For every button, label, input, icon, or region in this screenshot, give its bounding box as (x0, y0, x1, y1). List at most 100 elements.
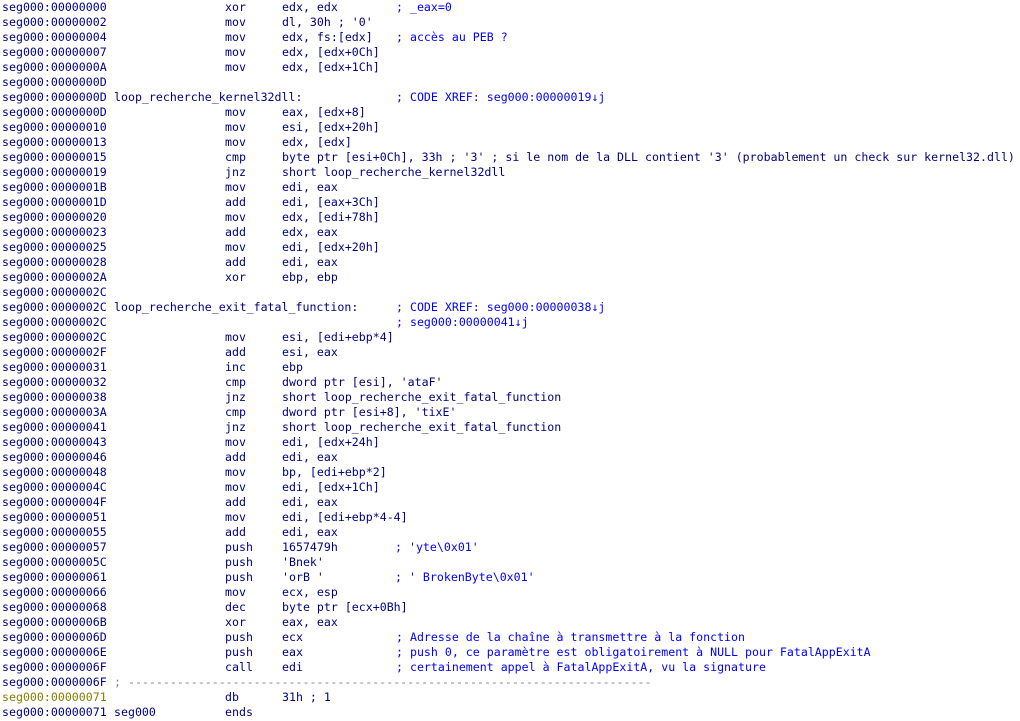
listing-line[interactable]: seg000:00000048 mov bp, [edi+ebp*2] (0, 465, 1020, 480)
mnemonic: jnz (225, 390, 246, 404)
mnemonic: add (225, 345, 246, 359)
listing-line[interactable]: seg000:0000006F ; -----------------------… (0, 675, 1020, 690)
listing-line[interactable]: seg000:00000025 mov edi, [edx+20h] (0, 240, 1020, 255)
mnemonic: db (225, 690, 239, 704)
listing-line[interactable]: seg000:00000071 db 31h ; 1 (0, 690, 1020, 705)
disassembly-listing[interactable]: seg000:00000000 xor edx, edx; _eax=0 seg000… (0, 0, 1020, 720)
comment: ; CODE XREF: seg000:00000038↓j (396, 300, 606, 314)
listing-line[interactable]: seg000:00000071 seg000 ends (0, 705, 1020, 720)
comment: ; CODE XREF: seg000:00000019↓j (396, 90, 606, 104)
listing-line[interactable]: seg000:0000006B xor eax, eax (0, 615, 1020, 630)
address: seg000:00000019 (2, 165, 107, 179)
mnemonic: mov (225, 45, 246, 59)
operands: edi, [edi+ebp*4-4] (282, 510, 408, 524)
listing-line[interactable]: seg000:00000043 mov edi, [edx+24h] (0, 435, 1020, 450)
mnemonic: mov (225, 435, 246, 449)
operands: byte ptr [esi+0Ch], 33h ; '3' ; si le no… (282, 150, 1015, 164)
operands: edi, [edx+24h] (282, 435, 380, 449)
address: seg000:0000004C (2, 480, 107, 494)
listing-line[interactable]: seg000:0000006F call edi ; certainement app… (0, 660, 1020, 675)
code-label[interactable]: loop_recherche_kernel32dll: (114, 90, 302, 105)
listing-line[interactable]: seg000:00000002 mov dl, 30h ; '0' (0, 15, 1020, 30)
listing-line[interactable]: seg000:00000057 push 1657479h ; 'yte\0x01' (0, 540, 1020, 555)
listing-line[interactable]: seg000:00000000 xor edx, edx ; _eax=0 (0, 0, 1020, 15)
listing-line[interactable]: seg000:00000046 add edi, eax (0, 450, 1020, 465)
address: seg000:0000000D (2, 75, 107, 89)
listing-line[interactable]: seg000:00000020 mov edx, [edi+78h] (0, 210, 1020, 225)
listing-line[interactable]: seg000:00000010 mov esi, [edx+20h] (0, 120, 1020, 135)
code-label[interactable]: loop_recherche_exit_fatal_function: (114, 300, 358, 315)
listing-line[interactable]: seg000:0000000D loop_recherche_kernel32dl… (0, 90, 1020, 105)
operands: eax (282, 645, 303, 659)
operands: short loop_recherche_kernel32dll (282, 165, 506, 179)
listing-line[interactable]: seg000:0000004F add edi, eax (0, 495, 1020, 510)
listing-line[interactable]: seg000:0000000D mov eax, [edx+8] (0, 105, 1020, 120)
address: seg000:00000031 (2, 360, 107, 374)
address: seg000:00000066 (2, 585, 107, 599)
listing-line[interactable]: seg000:0000002C (0, 285, 1020, 300)
listing-line[interactable]: seg000:00000004 mov edx, fs:[edx] ; accès a… (0, 30, 1020, 45)
operands: edx, [edi+78h] (282, 210, 380, 224)
address: seg000:0000000D (2, 105, 107, 119)
mnemonic: mov (225, 60, 246, 74)
listing-line[interactable]: seg000:0000002C ; seg000:00000041↓j (0, 315, 1020, 330)
address: seg000:0000002F (2, 345, 107, 359)
listing-line[interactable]: seg000:0000001D add edi, [eax+3Ch] (0, 195, 1020, 210)
operands: short loop_recherche_exit_fatal_function (282, 420, 562, 434)
address: seg000:00000028 (2, 255, 107, 269)
listing-line[interactable]: seg000:0000006E push eax ; push 0, ce param… (0, 645, 1020, 660)
mnemonic: mov (225, 120, 246, 134)
address: seg000:00000038 (2, 390, 107, 404)
listing-line[interactable]: seg000:0000002C mov esi, [edi+ebp*4] (0, 330, 1020, 345)
listing-line[interactable]: seg000:0000000D (0, 75, 1020, 90)
mnemonic: mov (225, 210, 246, 224)
mnemonic: add (225, 225, 246, 239)
listing-line[interactable]: seg000:0000001B mov edi, eax (0, 180, 1020, 195)
address: seg000:0000000A (2, 60, 107, 74)
address: seg000:00000010 (2, 120, 107, 134)
listing-line[interactable]: seg000:0000002C loop_recherche_exit_fatal… (0, 300, 1020, 315)
listing-line[interactable]: seg000:00000007 mov edx, [edx+0Ch] (0, 45, 1020, 60)
listing-line[interactable]: seg000:0000005C push 'Bnek' (0, 555, 1020, 570)
listing-line[interactable]: seg000:0000004C mov edi, [edx+1Ch] (0, 480, 1020, 495)
operands: short loop_recherche_exit_fatal_function (282, 390, 562, 404)
operands: edx, [edx+0Ch] (282, 45, 380, 59)
mnemonic: mov (225, 330, 246, 344)
mnemonic: jnz (225, 165, 246, 179)
listing-line[interactable]: seg000:00000032 cmp dword ptr [esi], 'ataF… (0, 375, 1020, 390)
address: seg000:0000006B (2, 615, 107, 629)
listing-line[interactable]: seg000:0000003A cmp dword ptr [esi+8], 'ti… (0, 405, 1020, 420)
address: seg000:0000002A (2, 270, 107, 284)
operands: edi, eax (282, 495, 338, 509)
listing-line[interactable]: seg000:00000061 push 'orB ' ; ' BrokenByte\… (0, 570, 1020, 585)
address: seg000:00000048 (2, 465, 107, 479)
listing-line[interactable]: seg000:00000041 jnz short loop_recherche_e… (0, 420, 1020, 435)
listing-line[interactable]: seg000:00000019 jnz short loop_recherche_k… (0, 165, 1020, 180)
mnemonic: mov (225, 510, 246, 524)
operands: edx, edx (282, 0, 338, 14)
listing-line[interactable]: seg000:00000051 mov edi, [edi+ebp*4-4] (0, 510, 1020, 525)
mnemonic: xor (225, 615, 246, 629)
listing-line[interactable]: seg000:0000002F add esi, eax (0, 345, 1020, 360)
operands: byte ptr [ecx+0Bh] (282, 600, 408, 614)
operands: dl, 30h ; '0' (282, 15, 373, 29)
operands: edi, eax (282, 255, 338, 269)
listing-line[interactable]: seg000:0000000A mov edx, [edx+1Ch] (0, 60, 1020, 75)
address: seg000:00000043 (2, 435, 107, 449)
listing-line[interactable]: seg000:00000055 add edi, eax (0, 525, 1020, 540)
listing-line[interactable]: seg000:00000031 inc ebp (0, 360, 1020, 375)
mnemonic: jnz (225, 420, 246, 434)
listing-line[interactable]: seg000:0000002A xor ebp, ebp (0, 270, 1020, 285)
address: seg000:00000013 (2, 135, 107, 149)
listing-line[interactable]: seg000:00000023 add edx, eax (0, 225, 1020, 240)
listing-line[interactable]: seg000:00000015 cmp byte ptr [esi+0Ch], 33… (0, 150, 1020, 165)
code-label[interactable]: seg000 (114, 705, 156, 720)
address: seg000:00000055 (2, 525, 107, 539)
listing-line[interactable]: seg000:00000068 dec byte ptr [ecx+0Bh] (0, 600, 1020, 615)
listing-line[interactable]: seg000:00000013 mov edx, [edx] (0, 135, 1020, 150)
mnemonic: mov (225, 135, 246, 149)
listing-line[interactable]: seg000:00000066 mov ecx, esp (0, 585, 1020, 600)
listing-line[interactable]: seg000:00000038 jnz short loop_recherche_e… (0, 390, 1020, 405)
listing-line[interactable]: seg000:0000006D push ecx ; Adresse de la ch… (0, 630, 1020, 645)
listing-line[interactable]: seg000:00000028 add edi, eax (0, 255, 1020, 270)
